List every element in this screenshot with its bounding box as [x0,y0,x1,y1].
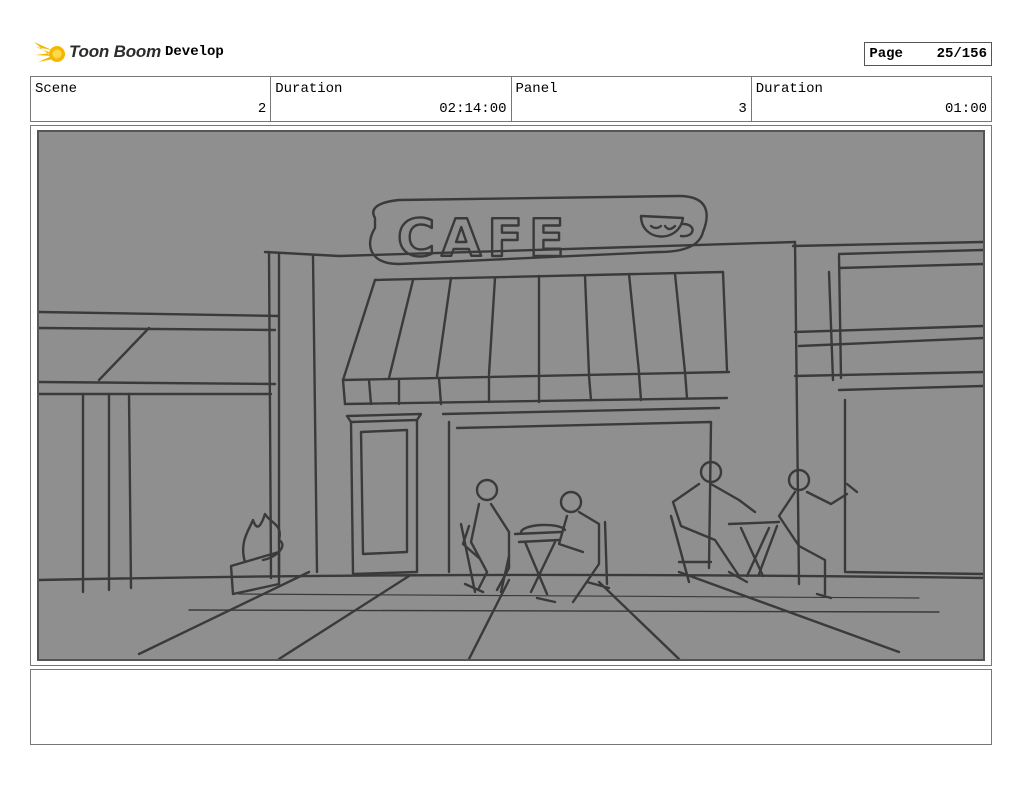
toon-boom-logo: Toon Boom [32,36,161,68]
scene-cell: Scene 2 [31,77,272,121]
left-building [39,250,341,594]
scene-duration-label: Duration [275,81,343,97]
right-building [791,240,983,576]
scene-info-table: Scene 2 Duration 02:14:00 Panel 3 Durati… [30,76,992,122]
scene-duration-value: 02:14:00 [439,101,507,117]
panel-cell: Panel 3 [512,77,752,121]
page-label: Page [869,46,903,62]
header: Toon Boom Develop Page 25/156 [32,36,992,70]
page-indicator: Page 25/156 [864,42,992,66]
cafe-sign-text: CAFE [397,209,570,269]
brand-name: Toon Boom [69,42,161,61]
pavement-lines [39,570,983,659]
scene-value: 2 [257,101,267,117]
right-table-group [669,460,859,600]
storyboard-sketch: CAFE [37,130,985,661]
panel-duration-value: 01:00 [944,101,987,117]
panel-frame: CAFE [30,125,992,666]
page-number: 25/156 [936,46,987,62]
panel-duration-label: Duration [755,81,823,97]
scene-duration-cell: Duration 02:14:00 [271,77,512,121]
panel-notes [30,669,992,745]
project-name: Develop [165,44,224,60]
panel-label: Panel [515,81,558,97]
panel-duration-cell: Duration 01:00 [752,77,991,121]
panel-value: 3 [738,101,747,117]
planter [229,512,284,596]
left-table-group [459,478,611,604]
scene-label: Scene [35,81,78,97]
toon-boom-burst-icon [34,42,65,62]
